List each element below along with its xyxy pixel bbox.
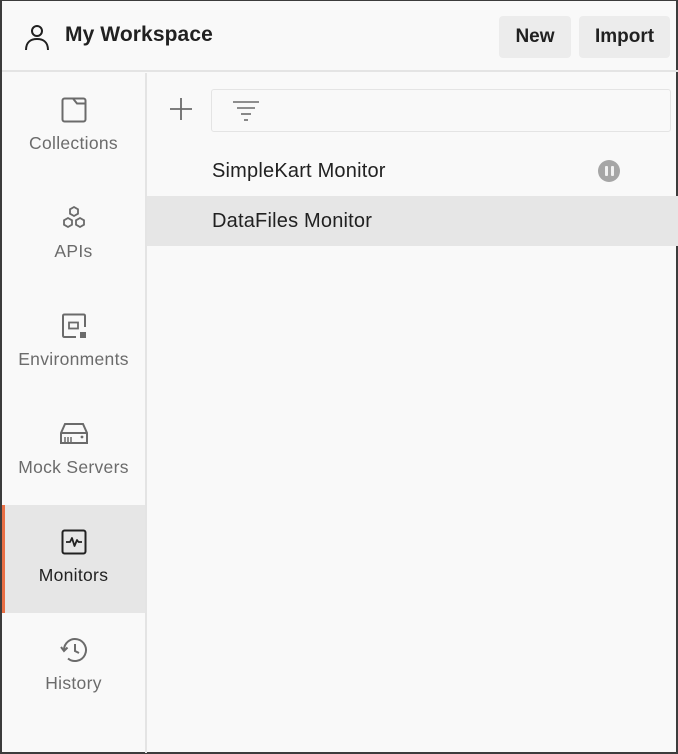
filter-icon [233,101,259,121]
filter-input[interactable] [268,90,662,130]
filter-field[interactable] [211,89,671,132]
monitors-panel: SimpleKart Monitor DataFiles Monitor [147,73,678,753]
sidebar-item-label: Mock Servers [18,457,129,477]
sidebar-item-label: History [45,673,102,693]
apis-icon [59,203,89,233]
new-button[interactable]: New [499,16,571,58]
sidebar-item-history[interactable]: History [2,613,145,721]
sidebar-item-collections[interactable]: Collections [2,73,145,181]
monitor-name: SimpleKart Monitor [212,159,386,182]
workspace-title[interactable]: My Workspace [65,23,213,47]
app-window: My Workspace New Import Collections APIs… [0,0,678,754]
monitor-list-item[interactable]: DataFiles Monitor [147,196,678,246]
sidebar-item-monitors[interactable]: Monitors [2,505,145,613]
sidebar-item-label: Monitors [38,565,109,585]
sidebar-item-label: Environments [18,349,129,369]
monitors-icon [59,527,89,557]
history-icon [59,635,89,665]
sidebar-item-apis[interactable]: APIs [2,181,145,289]
user-icon [25,25,49,51]
sidebar-item-environments[interactable]: Environments [2,289,145,397]
workspace-header: My Workspace New Import [2,1,678,72]
mock-servers-icon [59,419,89,449]
sidebar-item-mock-servers[interactable]: Mock Servers [2,397,145,505]
monitor-list-item[interactable]: SimpleKart Monitor [147,146,678,196]
sidebar-item-label: APIs [54,241,93,261]
environments-icon [59,311,89,341]
plus-icon[interactable] [167,95,195,123]
sidebar-nav: Collections APIs Environments Mock Serve… [2,73,145,753]
monitor-name: DataFiles Monitor [212,209,373,232]
paused-status-icon [598,160,620,182]
collections-icon [59,95,89,125]
sidebar-item-label: Collections [29,133,118,153]
import-button[interactable]: Import [579,16,670,58]
